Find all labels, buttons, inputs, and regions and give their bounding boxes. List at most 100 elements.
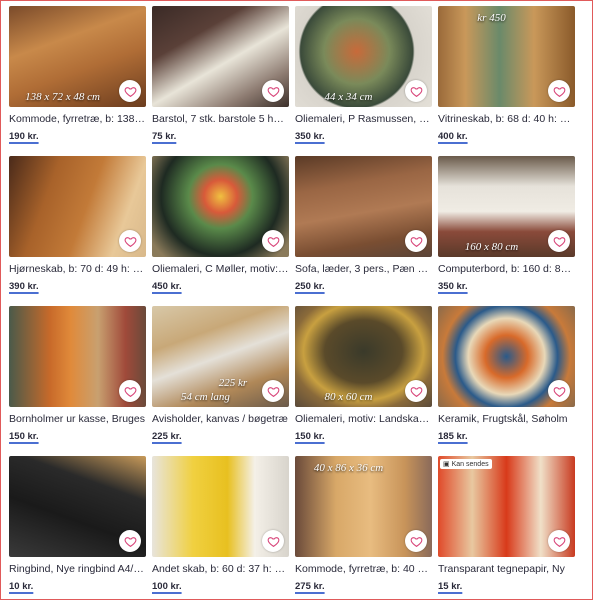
listing-card[interactable]: Barstol, 7 stk. barstole 5 hvide 75 kr. — [152, 6, 289, 156]
favorite-button[interactable] — [119, 380, 141, 402]
favorite-button[interactable] — [405, 530, 427, 552]
heart-icon — [267, 386, 279, 397]
favorite-button[interactable] — [548, 230, 570, 252]
listing-price: 185 kr. — [438, 431, 468, 442]
listing-title[interactable]: Computerbord, b: 160 d: 80 h: 75 — [438, 263, 575, 275]
listing-price: 15 kr. — [438, 581, 463, 592]
listing-thumbnail[interactable] — [9, 306, 146, 407]
heart-icon — [124, 86, 136, 97]
shipping-badge: ▣ Kan sendes — [440, 459, 492, 469]
listing-thumbnail[interactable] — [438, 306, 575, 407]
listing-card[interactable]: 44 x 34 cm Oliemaleri, P Rasmussen, motiv… — [295, 6, 432, 156]
favorite-button[interactable] — [405, 230, 427, 252]
favorite-button[interactable] — [548, 380, 570, 402]
listing-price: 250 kr. — [295, 281, 325, 292]
listing-thumbnail[interactable]: 40 x 86 x 36 cm — [295, 456, 432, 557]
listing-thumbnail[interactable] — [152, 6, 289, 107]
favorite-button[interactable] — [119, 530, 141, 552]
listing-thumbnail[interactable]: kr 450 — [438, 6, 575, 107]
listing-title[interactable]: Avisholder, kanvas / bøgetræ — [152, 413, 289, 425]
listing-title[interactable]: Oliemaleri, P Rasmussen, motiv: By — [295, 113, 432, 125]
favorite-button[interactable] — [405, 80, 427, 102]
heart-icon — [410, 536, 422, 547]
shipping-badge-label: Kan sendes — [451, 460, 489, 468]
heart-icon — [124, 386, 136, 397]
heart-icon — [410, 386, 422, 397]
listing-thumbnail[interactable] — [152, 156, 289, 257]
listing-card[interactable]: Andet skab, b: 60 d: 37 h: 180 100 kr. — [152, 456, 289, 606]
heart-icon — [124, 536, 136, 547]
listing-card[interactable]: Oliemaleri, C Møller, motiv: Blomster 450… — [152, 156, 289, 306]
favorite-button[interactable] — [119, 80, 141, 102]
listing-card[interactable]: Bornholmer ur kasse, Bruges 150 kr. — [9, 306, 146, 456]
listing-thumbnail[interactable]: 160 x 80 cm — [438, 156, 575, 257]
heart-icon — [553, 236, 565, 247]
listing-title[interactable]: Barstol, 7 stk. barstole 5 hvide — [152, 113, 289, 125]
listing-title[interactable]: Hjørneskab, b: 70 d: 49 h: 120 — [9, 263, 146, 275]
favorite-button[interactable] — [262, 80, 284, 102]
listing-thumbnail[interactable] — [9, 156, 146, 257]
heart-icon — [124, 236, 136, 247]
favorite-button[interactable] — [548, 530, 570, 552]
listing-price: 75 kr. — [152, 131, 177, 142]
listing-card[interactable]: Hjørneskab, b: 70 d: 49 h: 120 390 kr. — [9, 156, 146, 306]
photo-overlay-text: kr 450 — [477, 12, 506, 24]
heart-icon — [267, 236, 279, 247]
shipping-icon: ▣ — [443, 461, 450, 468]
listing-price: 400 kr. — [438, 131, 468, 142]
listing-price: 390 kr. — [9, 281, 39, 292]
listing-title[interactable]: Kommode, fyrretræ, b: 138 d: 72 h: 48 — [9, 113, 146, 125]
listing-card[interactable]: 40 x 86 x 36 cm Kommode, fyrretræ, b: 40 … — [295, 456, 432, 606]
listings-grid: 138 x 72 x 48 cm Kommode, fyrretræ, b: 13… — [9, 6, 575, 606]
listing-thumbnail[interactable] — [9, 456, 146, 557]
listing-thumbnail[interactable]: 54 cm lang 225 kr — [152, 306, 289, 407]
listing-title[interactable]: Oliemaleri, C Møller, motiv: Blomster — [152, 263, 289, 275]
listing-card[interactable]: 138 x 72 x 48 cm Kommode, fyrretræ, b: 13… — [9, 6, 146, 156]
listing-card[interactable]: kr 450 Vitrineskab, b: 68 d: 40 h: 110 400… — [438, 6, 575, 156]
listing-title[interactable]: Sofa, læder, 3 pers., Pæn og velholdt — [295, 263, 432, 275]
listing-title[interactable]: Ringbind, Nye ringbind A4/P 4 stk. — [9, 563, 146, 575]
heart-icon — [410, 86, 422, 97]
listing-card[interactable]: ▣ Kan sendes Transparant tegnepapir, Ny 15 … — [438, 456, 575, 606]
listing-thumbnail[interactable]: 44 x 34 cm — [295, 6, 432, 107]
listing-title[interactable]: Transparant tegnepapir, Ny — [438, 563, 575, 575]
listing-price: 100 kr. — [152, 581, 182, 592]
listing-title[interactable]: Bornholmer ur kasse, Bruges — [9, 413, 146, 425]
listing-price: 150 kr. — [295, 431, 325, 442]
heart-icon — [410, 236, 422, 247]
listing-title[interactable]: Andet skab, b: 60 d: 37 h: 180 — [152, 563, 289, 575]
listing-card[interactable]: Ringbind, Nye ringbind A4/P 4 stk. 10 kr. — [9, 456, 146, 606]
favorite-button[interactable] — [548, 80, 570, 102]
listing-price: 10 kr. — [9, 581, 34, 592]
listing-price: 275 kr. — [295, 581, 325, 592]
listing-card[interactable]: Keramik, Frugtskål, Søholm 185 kr. — [438, 306, 575, 456]
favorite-button[interactable] — [262, 230, 284, 252]
listing-thumbnail[interactable]: 138 x 72 x 48 cm — [9, 6, 146, 107]
favorite-button[interactable] — [262, 380, 284, 402]
listing-price: 190 kr. — [9, 131, 39, 142]
listing-card[interactable]: 160 x 80 cm Computerbord, b: 160 d: 80 h:… — [438, 156, 575, 306]
listing-title[interactable]: Vitrineskab, b: 68 d: 40 h: 110 — [438, 113, 575, 125]
heart-icon — [267, 86, 279, 97]
favorite-button[interactable] — [119, 230, 141, 252]
photo-overlay-text: 40 x 86 x 36 cm — [313, 462, 384, 474]
listing-title[interactable]: Kommode, fyrretræ, b: 40 d: 36 h: 86 — [295, 563, 432, 575]
listing-price: 350 kr. — [438, 281, 468, 292]
listing-card[interactable]: Sofa, læder, 3 pers., Pæn og velholdt 250… — [295, 156, 432, 306]
listing-price: 450 kr. — [152, 281, 182, 292]
listing-card[interactable]: 54 cm lang 225 kr Avisholder, kanvas / bøg… — [152, 306, 289, 456]
heart-icon — [553, 386, 565, 397]
listing-thumbnail[interactable]: 80 x 60 cm — [295, 306, 432, 407]
heart-icon — [553, 536, 565, 547]
heart-icon — [553, 86, 565, 97]
favorite-button[interactable] — [405, 380, 427, 402]
listing-price: 225 kr. — [152, 431, 182, 442]
listing-title[interactable]: Keramik, Frugtskål, Søholm — [438, 413, 575, 425]
favorite-button[interactable] — [262, 530, 284, 552]
listing-thumbnail[interactable]: ▣ Kan sendes — [438, 456, 575, 557]
listing-thumbnail[interactable] — [295, 156, 432, 257]
listing-title[interactable]: Oliemaleri, motiv: Landskab, b: 80 — [295, 413, 432, 425]
listing-price: 150 kr. — [9, 431, 39, 442]
listing-thumbnail[interactable] — [152, 456, 289, 557]
listing-card[interactable]: 80 x 60 cm Oliemaleri, motiv: Landskab, b… — [295, 306, 432, 456]
